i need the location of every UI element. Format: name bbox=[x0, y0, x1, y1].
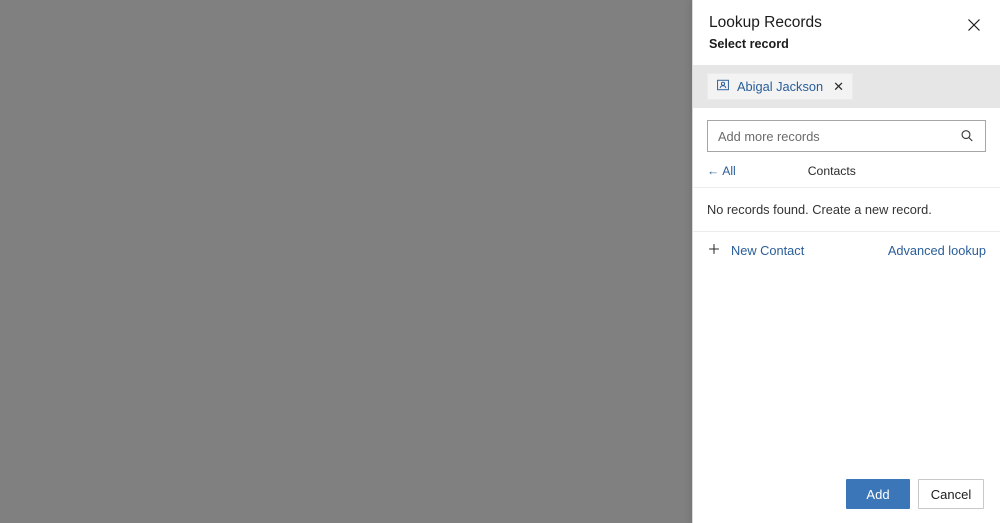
back-arrow-icon: ← bbox=[707, 164, 720, 178]
advanced-lookup-link[interactable]: Advanced lookup bbox=[888, 243, 986, 258]
panel-subtitle: Select record bbox=[709, 37, 789, 51]
add-button[interactable]: Add bbox=[846, 479, 910, 509]
search-input[interactable] bbox=[708, 128, 949, 144]
lookup-search-area bbox=[693, 108, 1000, 160]
no-records-message: No records found. Create a new record. bbox=[693, 188, 1000, 232]
panel-footer: Add Cancel bbox=[846, 479, 984, 509]
selected-record-chip[interactable]: Abigal Jackson ✕ bbox=[707, 73, 853, 100]
panel-header: Lookup Records Select record bbox=[693, 0, 1000, 51]
all-filter-label: All bbox=[722, 164, 736, 178]
search-icon[interactable] bbox=[949, 128, 985, 144]
remove-chip-icon[interactable]: ✕ bbox=[833, 79, 844, 95]
lookup-records-panel: Lookup Records Select record Abigal Jack… bbox=[692, 0, 1000, 523]
all-filter-link[interactable]: ← All bbox=[707, 164, 736, 178]
app-root: Power Apps Portal Management Contacts bbox=[0, 0, 1000, 523]
lookup-actions-row: New Contact Advanced lookup bbox=[693, 232, 1000, 269]
entity-type-label: Contacts bbox=[807, 164, 856, 178]
selected-records-area: Abigal Jackson ✕ bbox=[693, 65, 1000, 108]
close-icon[interactable] bbox=[960, 11, 988, 39]
lookup-filter-row: ← All Contacts bbox=[693, 160, 1000, 188]
contact-card-icon bbox=[716, 78, 730, 95]
lookup-search-box[interactable] bbox=[707, 120, 986, 152]
new-contact-label: New Contact bbox=[731, 243, 805, 258]
plus-icon bbox=[707, 242, 721, 259]
panel-title: Lookup Records bbox=[709, 14, 822, 31]
cancel-button[interactable]: Cancel bbox=[918, 479, 984, 509]
new-contact-button[interactable]: New Contact bbox=[707, 242, 804, 259]
chip-label: Abigal Jackson bbox=[737, 79, 824, 94]
